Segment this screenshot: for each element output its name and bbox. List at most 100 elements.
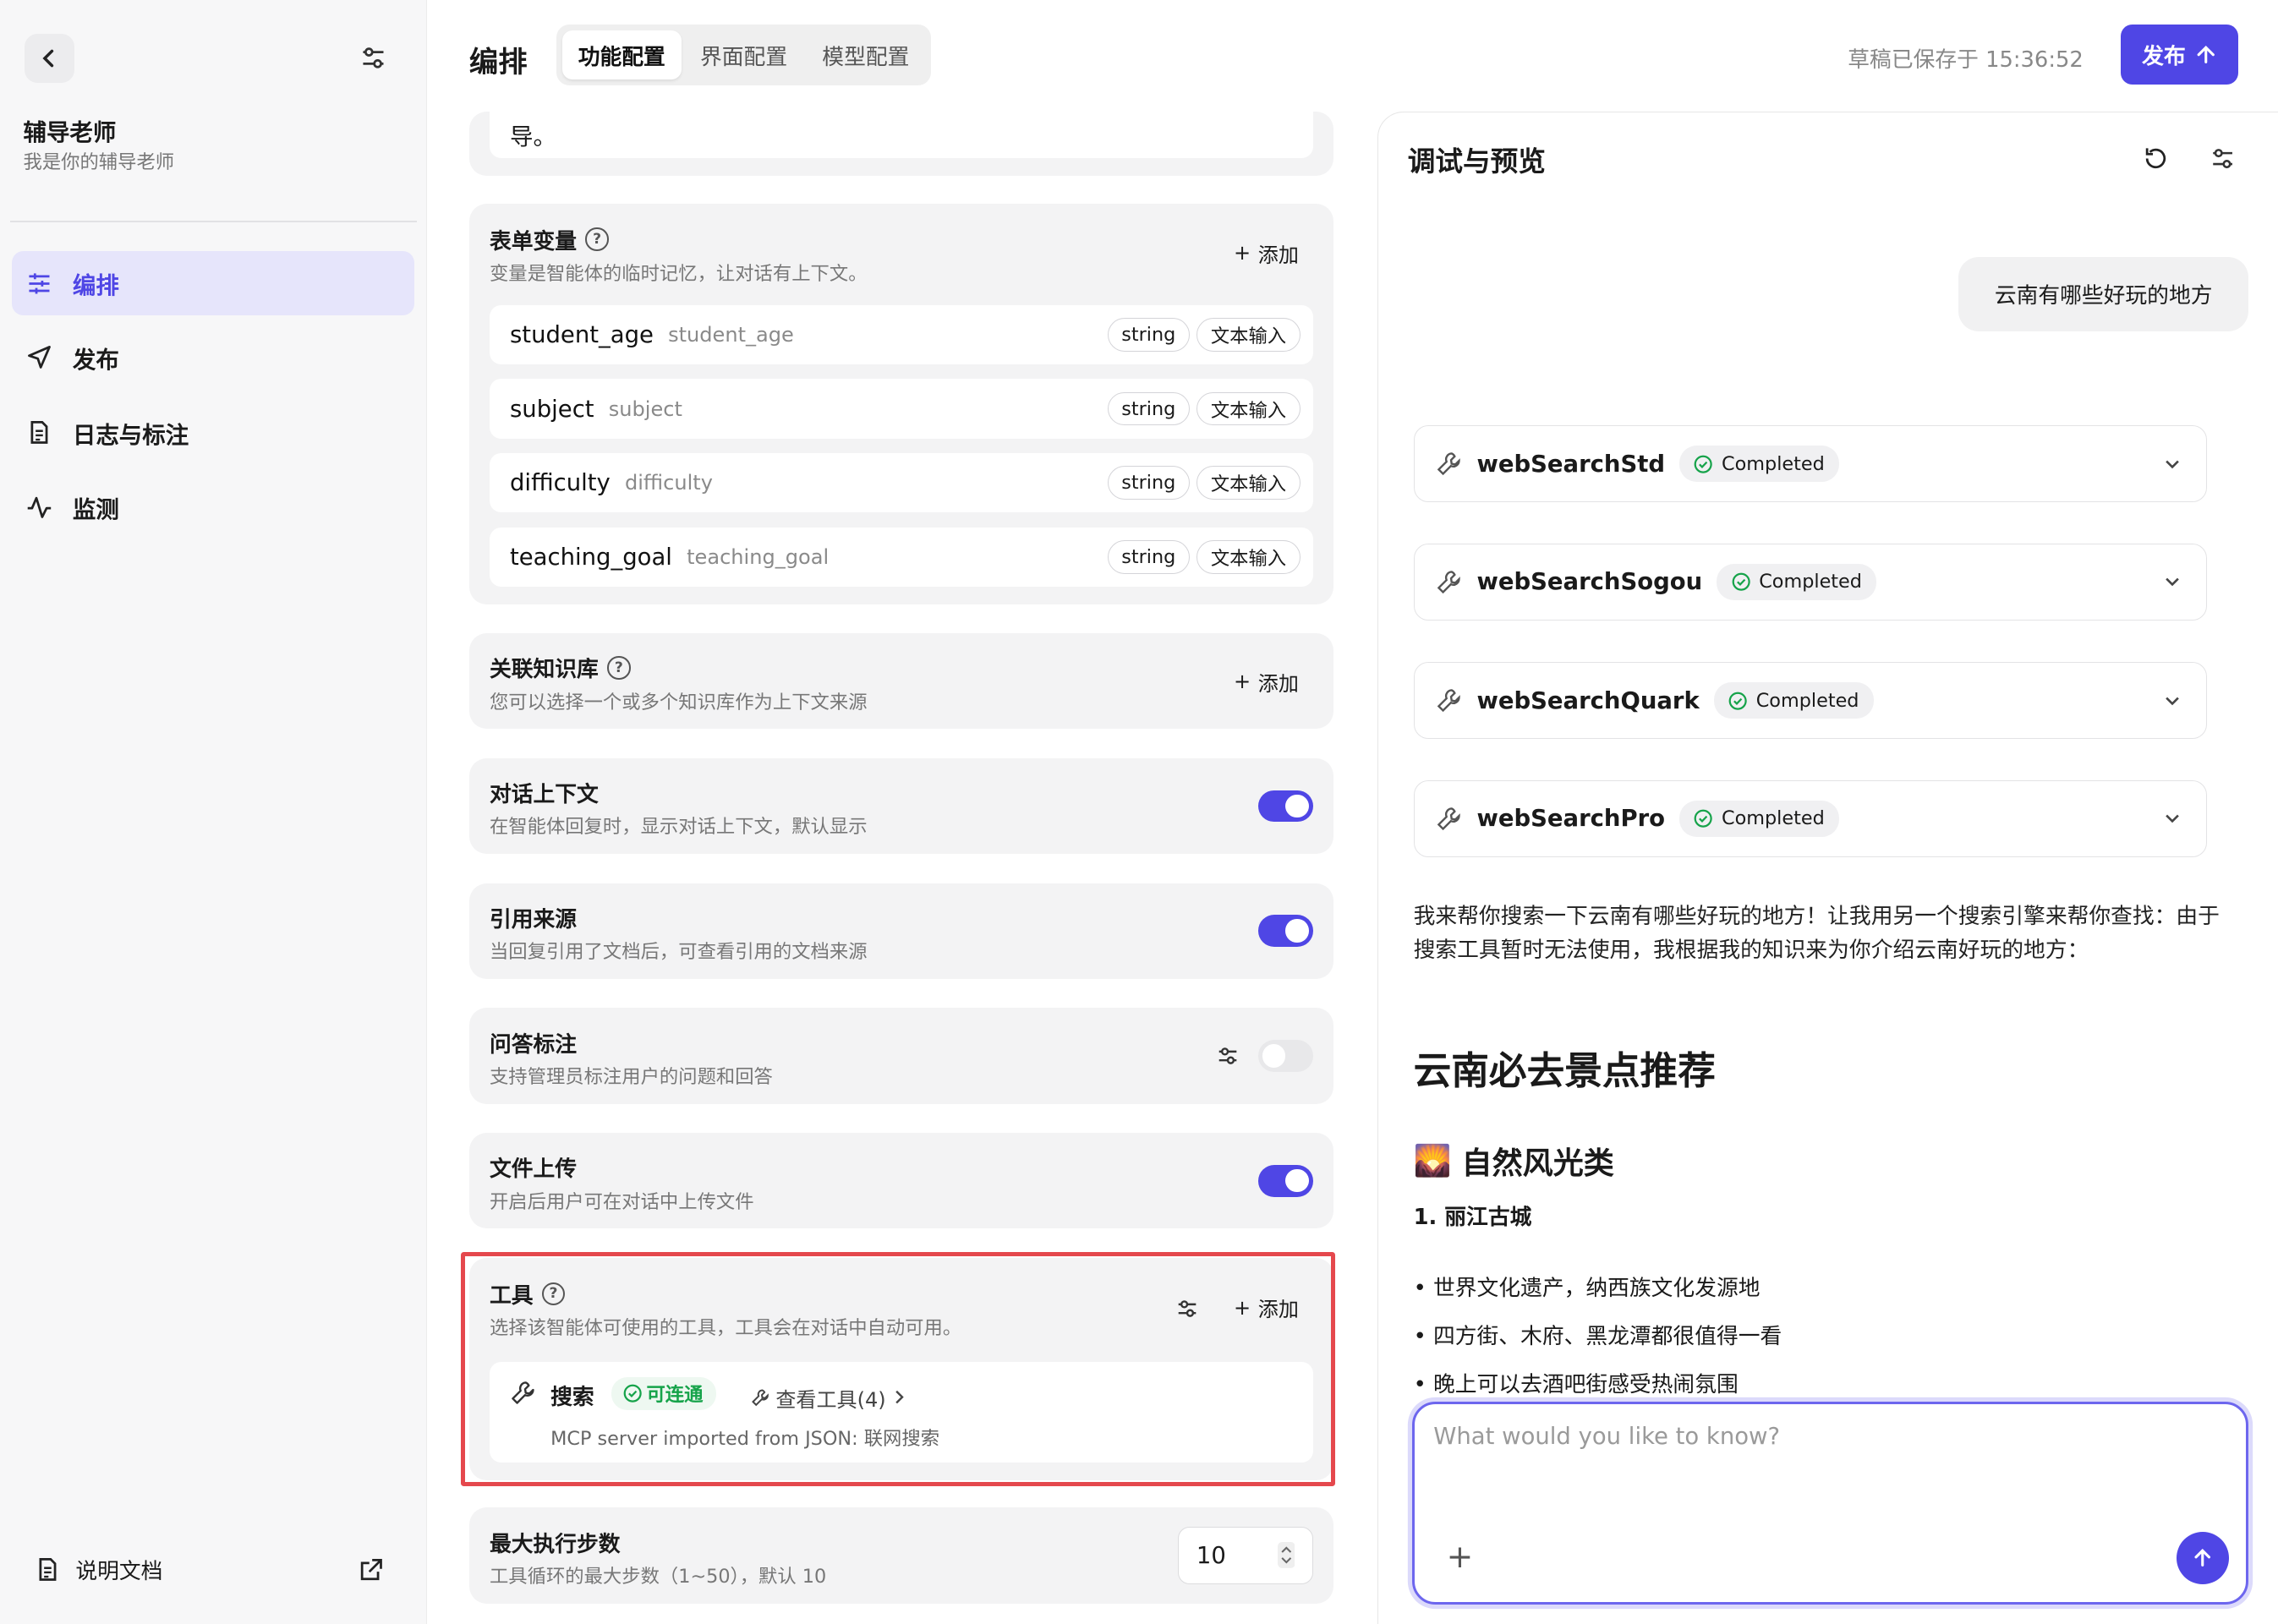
prompt-card: 导。 — [468, 112, 1334, 176]
chevron-down-icon[interactable] — [2162, 454, 2182, 474]
status-label: Completed — [1755, 689, 1859, 712]
wrench-icon — [1437, 689, 1461, 713]
prompt-text[interactable]: 导。 — [489, 112, 1314, 159]
answer-heading-3: 1. 丽江古城 — [1413, 1205, 1532, 1231]
knowledge-subtitle: 您可以选择一个或多个知识库作为上下文来源 — [489, 691, 868, 714]
page-title: 编排 — [468, 45, 528, 79]
form-variables-subtitle: 变量是智能体的临时记忆，让对话有上下文。 — [489, 262, 868, 285]
tool-call-name: webSearchPro — [1476, 805, 1666, 833]
sidebar-item-publish[interactable]: 发布 — [12, 325, 414, 390]
annotation-card: 问答标注 支持管理员标注用户的问题和回答 — [468, 1008, 1334, 1104]
preview-settings-button[interactable] — [2204, 139, 2242, 178]
answer-heading-2: 🌄 自然风光类 — [1414, 1139, 1614, 1183]
sliders-icon[interactable] — [1218, 1046, 1238, 1066]
type-chip: string — [1107, 466, 1190, 500]
max-steps-input[interactable]: 10 — [1178, 1526, 1314, 1585]
chevron-down-icon[interactable] — [2162, 571, 2182, 592]
add-variable-button[interactable]: + 添加 — [1234, 238, 1299, 268]
chevron-down-icon[interactable] — [2162, 808, 2182, 828]
status-badge: Completed — [1679, 800, 1839, 837]
send-icon — [27, 346, 51, 369]
type-chip: string — [1107, 391, 1190, 426]
external-link-icon[interactable] — [358, 1557, 384, 1583]
sidebar-item-monitor[interactable]: 监测 — [12, 475, 414, 539]
check-circle-icon — [1728, 692, 1747, 710]
context-toggle[interactable] — [1257, 790, 1314, 823]
help-icon[interactable]: ? — [607, 656, 631, 680]
input-type-chip: 文本输入 — [1196, 391, 1301, 426]
stepper-icon[interactable] — [1277, 1541, 1295, 1568]
refresh-button[interactable] — [2137, 139, 2175, 178]
input-type-chip: 文本输入 — [1196, 318, 1301, 352]
send-button[interactable] — [2177, 1532, 2229, 1584]
tool-call-card[interactable]: webSearchStd Completed — [1413, 425, 2207, 503]
settings-button[interactable] — [353, 38, 393, 79]
wrench-icon — [1437, 807, 1461, 830]
status-label: Completed — [1722, 452, 1825, 475]
upload-title: 文件上传 — [489, 1156, 578, 1183]
tab-model[interactable]: 模型配置 — [806, 30, 925, 79]
status-badge: Completed — [1713, 682, 1874, 719]
wrench-icon — [1437, 570, 1461, 593]
sliders-icon — [363, 47, 384, 68]
docs-link[interactable]: 说明文档 — [35, 1554, 398, 1585]
type-chip: string — [1107, 540, 1190, 574]
status-label: Completed — [1759, 571, 1862, 593]
variable-label: student_age — [668, 322, 794, 347]
variable-row[interactable]: teaching_goal teaching_goal string 文本输入 — [489, 527, 1314, 588]
type-chip: string — [1107, 318, 1190, 352]
sidebar-item-label: 监测 — [72, 495, 119, 523]
sidebar-item-label: 发布 — [72, 346, 119, 374]
check-circle-icon — [1694, 809, 1713, 828]
tool-call-card[interactable]: webSearchSogou Completed — [1413, 543, 2207, 621]
upload-arrow-icon — [2197, 45, 2215, 63]
status-label: Completed — [1722, 807, 1825, 830]
document-icon — [39, 1558, 57, 1582]
sidebar-item-logs[interactable]: 日志与标注 — [12, 401, 414, 465]
add-knowledge-button[interactable]: + 添加 — [1234, 667, 1299, 697]
tab-interface[interactable]: 界面配置 — [684, 30, 803, 79]
variable-key: teaching_goal — [510, 543, 672, 571]
back-button[interactable] — [25, 33, 74, 83]
max-steps-value: 10 — [1196, 1541, 1226, 1569]
sidebar-item-label: 编排 — [72, 271, 119, 299]
check-circle-icon — [1695, 455, 1713, 473]
input-type-chip: 文本输入 — [1196, 540, 1301, 574]
sliders-icon — [2213, 148, 2232, 168]
config-tabs: 功能配置 界面配置 模型配置 — [556, 25, 932, 86]
save-status: 草稿已保存于 15:36:52 — [1848, 46, 2084, 73]
variable-row[interactable]: difficulty difficulty string 文本输入 — [489, 453, 1314, 513]
sidebar-item-orchestrate[interactable]: 编排 — [11, 251, 414, 315]
tool-call-name: webSearchSogou — [1476, 568, 1703, 596]
citation-toggle[interactable] — [1257, 915, 1314, 948]
context-subtitle: 在智能体回复时，显示对话上下文，默认显示 — [489, 816, 868, 839]
attach-plus-icon[interactable]: + — [1447, 1538, 1474, 1575]
input-type-chip: 文本输入 — [1196, 466, 1301, 500]
chat-composer[interactable]: What would you like to know? + — [1411, 1401, 2249, 1605]
composer-placeholder[interactable]: What would you like to know? — [1433, 1423, 1780, 1450]
docs-link-label: 说明文档 — [75, 1559, 163, 1585]
max-steps-subtitle: 工具循环的最大步数（1~50），默认 10 — [489, 1565, 827, 1588]
context-title: 对话上下文 — [489, 782, 599, 808]
sidebar — [0, 0, 428, 1624]
upload-toggle[interactable] — [1257, 1164, 1314, 1197]
user-message: 云南有哪些好玩的地方 — [1958, 257, 2249, 331]
variable-row[interactable]: subject subject string 文本输入 — [489, 379, 1314, 439]
annotation-toggle[interactable] — [1257, 1040, 1314, 1072]
heading-2-label: 自然风光类 — [1461, 1145, 1614, 1181]
chevron-down-icon[interactable] — [2162, 691, 2182, 711]
preview-title: 调试与预览 — [1407, 145, 1546, 178]
tool-call-card[interactable]: webSearchPro Completed — [1413, 779, 2207, 857]
tool-call-card[interactable]: webSearchQuark Completed — [1413, 662, 2207, 740]
tab-features[interactable]: 功能配置 — [561, 30, 682, 80]
help-icon[interactable]: ? — [585, 227, 609, 251]
variable-row[interactable]: student_age student_age string 文本输入 — [489, 304, 1314, 365]
check-circle-icon — [1732, 572, 1750, 591]
publish-button[interactable]: 发布 — [2121, 25, 2239, 85]
add-label: 添加 — [1257, 671, 1299, 696]
arrow-up-icon — [2194, 1549, 2211, 1567]
chevron-left-icon — [42, 49, 54, 68]
refresh-icon — [2145, 148, 2166, 168]
variable-key: student_age — [510, 320, 654, 348]
sliders-icon — [29, 272, 50, 294]
